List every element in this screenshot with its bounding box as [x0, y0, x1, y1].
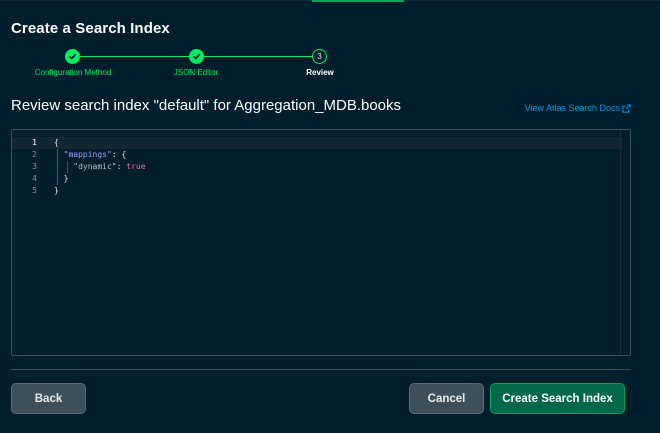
stepper-connector-2: [204, 56, 312, 57]
code-line-3: 3 "dynamic": true: [12, 161, 622, 173]
editor-scrollbar[interactable]: [620, 130, 630, 355]
step-3-number: 3: [312, 49, 327, 64]
code-text: }: [54, 186, 59, 195]
external-link-icon: [622, 103, 631, 113]
step-label-json-editor: JSON Editor: [173, 68, 219, 77]
stepper-connector-1: [80, 56, 189, 57]
line-number: 5: [32, 186, 37, 195]
code-text: {: [54, 138, 59, 147]
indent-guide: [67, 161, 68, 173]
cancel-button[interactable]: Cancel: [409, 383, 484, 414]
review-heading: Review search index "default" for Aggreg…: [11, 97, 402, 114]
back-button[interactable]: Back: [11, 383, 86, 414]
wizard-stepper: 3 Configuration Method JSON Editor Revie…: [0, 46, 400, 82]
step-label-configuration-method: Configuration Method: [34, 68, 112, 77]
indent-guide: [57, 149, 58, 185]
step-1-check-icon: [65, 49, 80, 64]
line-number: 4: [32, 174, 37, 183]
create-search-index-page: Create a Search Index 3 Configuration Me…: [0, 0, 660, 433]
line-number: 2: [32, 150, 37, 159]
docs-link-label: View Atlas Search Docs: [524, 103, 620, 113]
view-atlas-search-docs-link[interactable]: View Atlas Search Docs: [525, 103, 631, 113]
top-accent-bar: [312, 0, 404, 2]
code-line-4: 4 }: [12, 173, 622, 185]
code-line-1: 1 {: [12, 137, 622, 149]
step-label-review: Review: [306, 68, 334, 77]
page-title: Create a Search Index: [11, 20, 170, 37]
step-2-check-icon: [189, 49, 204, 64]
json-code-editor[interactable]: 1 { 2 "mappings": { 3 "dynamic": true 4 …: [11, 129, 631, 356]
create-search-index-button[interactable]: Create Search Index: [490, 383, 625, 414]
line-number: 3: [32, 162, 37, 171]
code-text: "mappings": {: [63, 150, 127, 159]
code-line-5: 5 }: [12, 185, 622, 197]
line-number: 1: [32, 138, 37, 147]
code-line-2: 2 "mappings": {: [12, 149, 622, 161]
footer-divider: [11, 369, 631, 370]
